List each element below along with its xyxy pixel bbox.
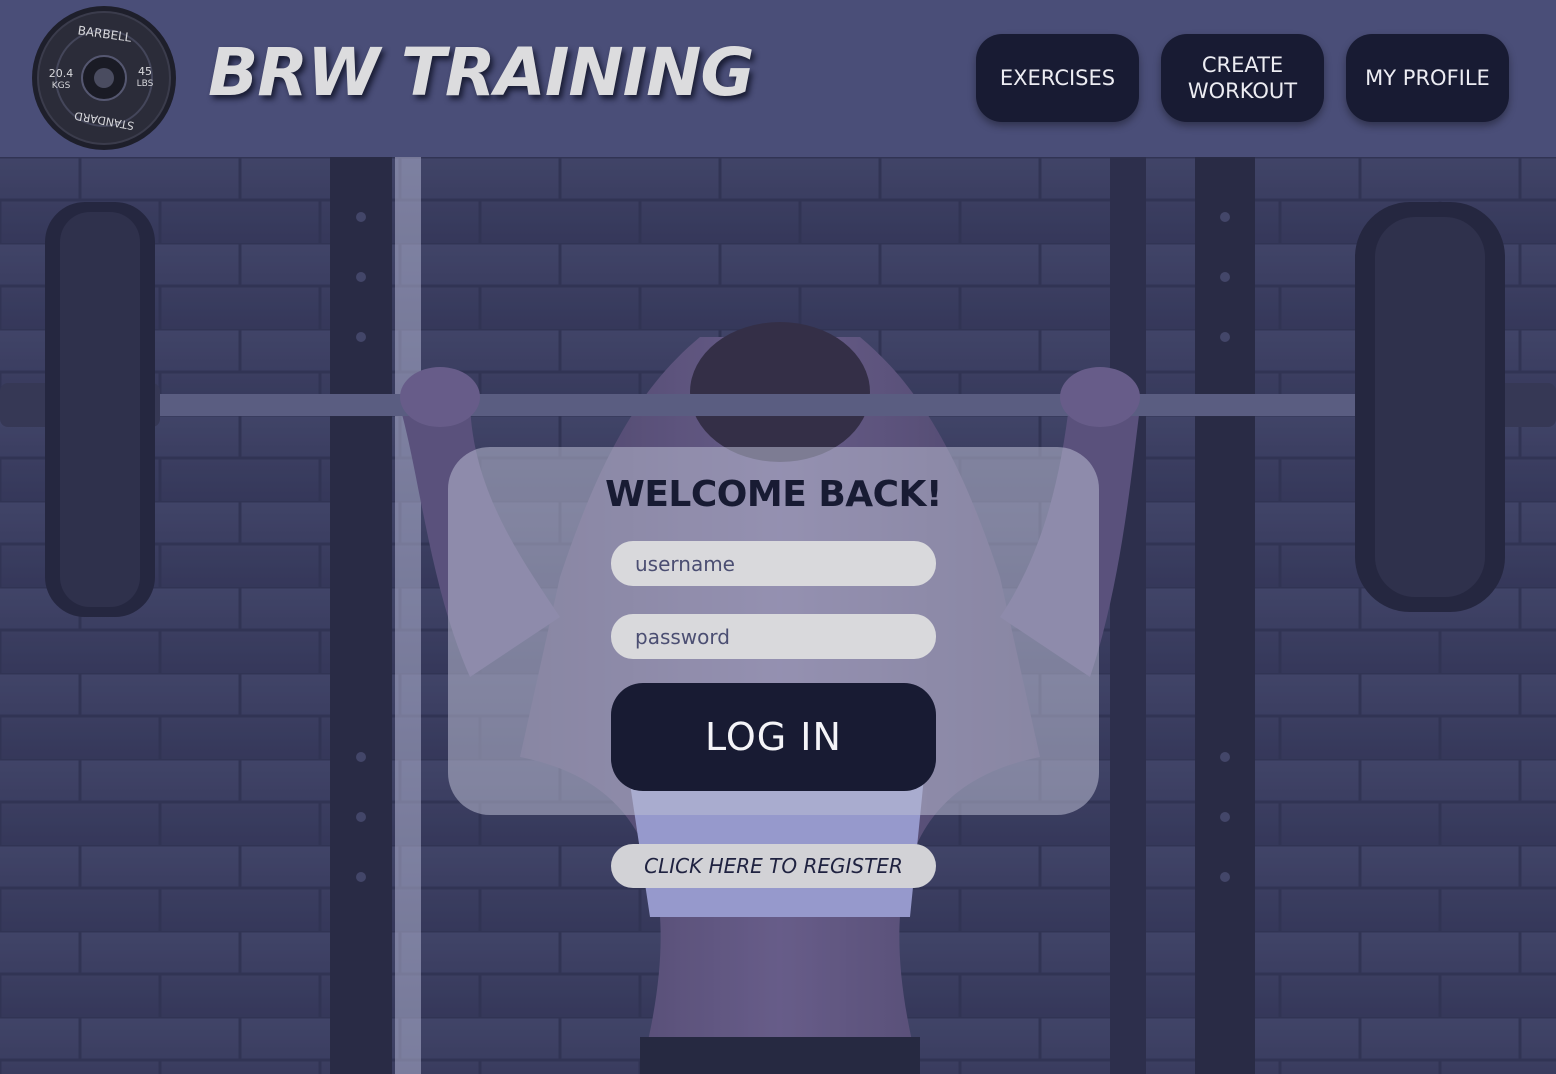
weight-plate-icon: BARBELL STANDARD 20.4 KGS 45 LBS bbox=[32, 6, 176, 150]
nav-exercises-label: EXERCISES bbox=[999, 66, 1116, 90]
username-input[interactable] bbox=[611, 541, 936, 586]
login-button[interactable]: LOG IN bbox=[611, 683, 936, 791]
nav-create-workout-button[interactable]: CREATE WORKOUT bbox=[1161, 34, 1324, 122]
nav-create-label-line1: CREATE bbox=[1201, 53, 1284, 77]
password-input[interactable] bbox=[611, 614, 936, 659]
logo-left-weight: 20.4 bbox=[49, 67, 74, 80]
nav-my-profile-button[interactable]: MY PROFILE bbox=[1346, 34, 1509, 122]
logo-right-weight: 45 bbox=[138, 65, 152, 78]
nav-exercises-button[interactable]: EXERCISES bbox=[976, 34, 1139, 122]
register-link-button[interactable]: CLICK HERE TO REGISTER bbox=[611, 844, 936, 888]
logo-left-unit: KGS bbox=[52, 81, 71, 91]
barbell-plate-logo[interactable]: BARBELL STANDARD 20.4 KGS 45 LBS bbox=[30, 4, 178, 152]
logo-right-unit: LBS bbox=[137, 79, 154, 89]
nav-create-workout-label: CREATE WORKOUT bbox=[1188, 52, 1297, 104]
login-page: BARBELL STANDARD 20.4 KGS 45 LBS BRW TRA… bbox=[0, 0, 1556, 1074]
top-navbar: BARBELL STANDARD 20.4 KGS 45 LBS BRW TRA… bbox=[0, 0, 1556, 157]
nav-create-label-line2: WORKOUT bbox=[1187, 79, 1298, 103]
brand-title: BRW TRAINING bbox=[208, 34, 755, 111]
nav-my-profile-label: MY PROFILE bbox=[1365, 66, 1490, 90]
login-title: WELCOME BACK! bbox=[605, 474, 942, 515]
